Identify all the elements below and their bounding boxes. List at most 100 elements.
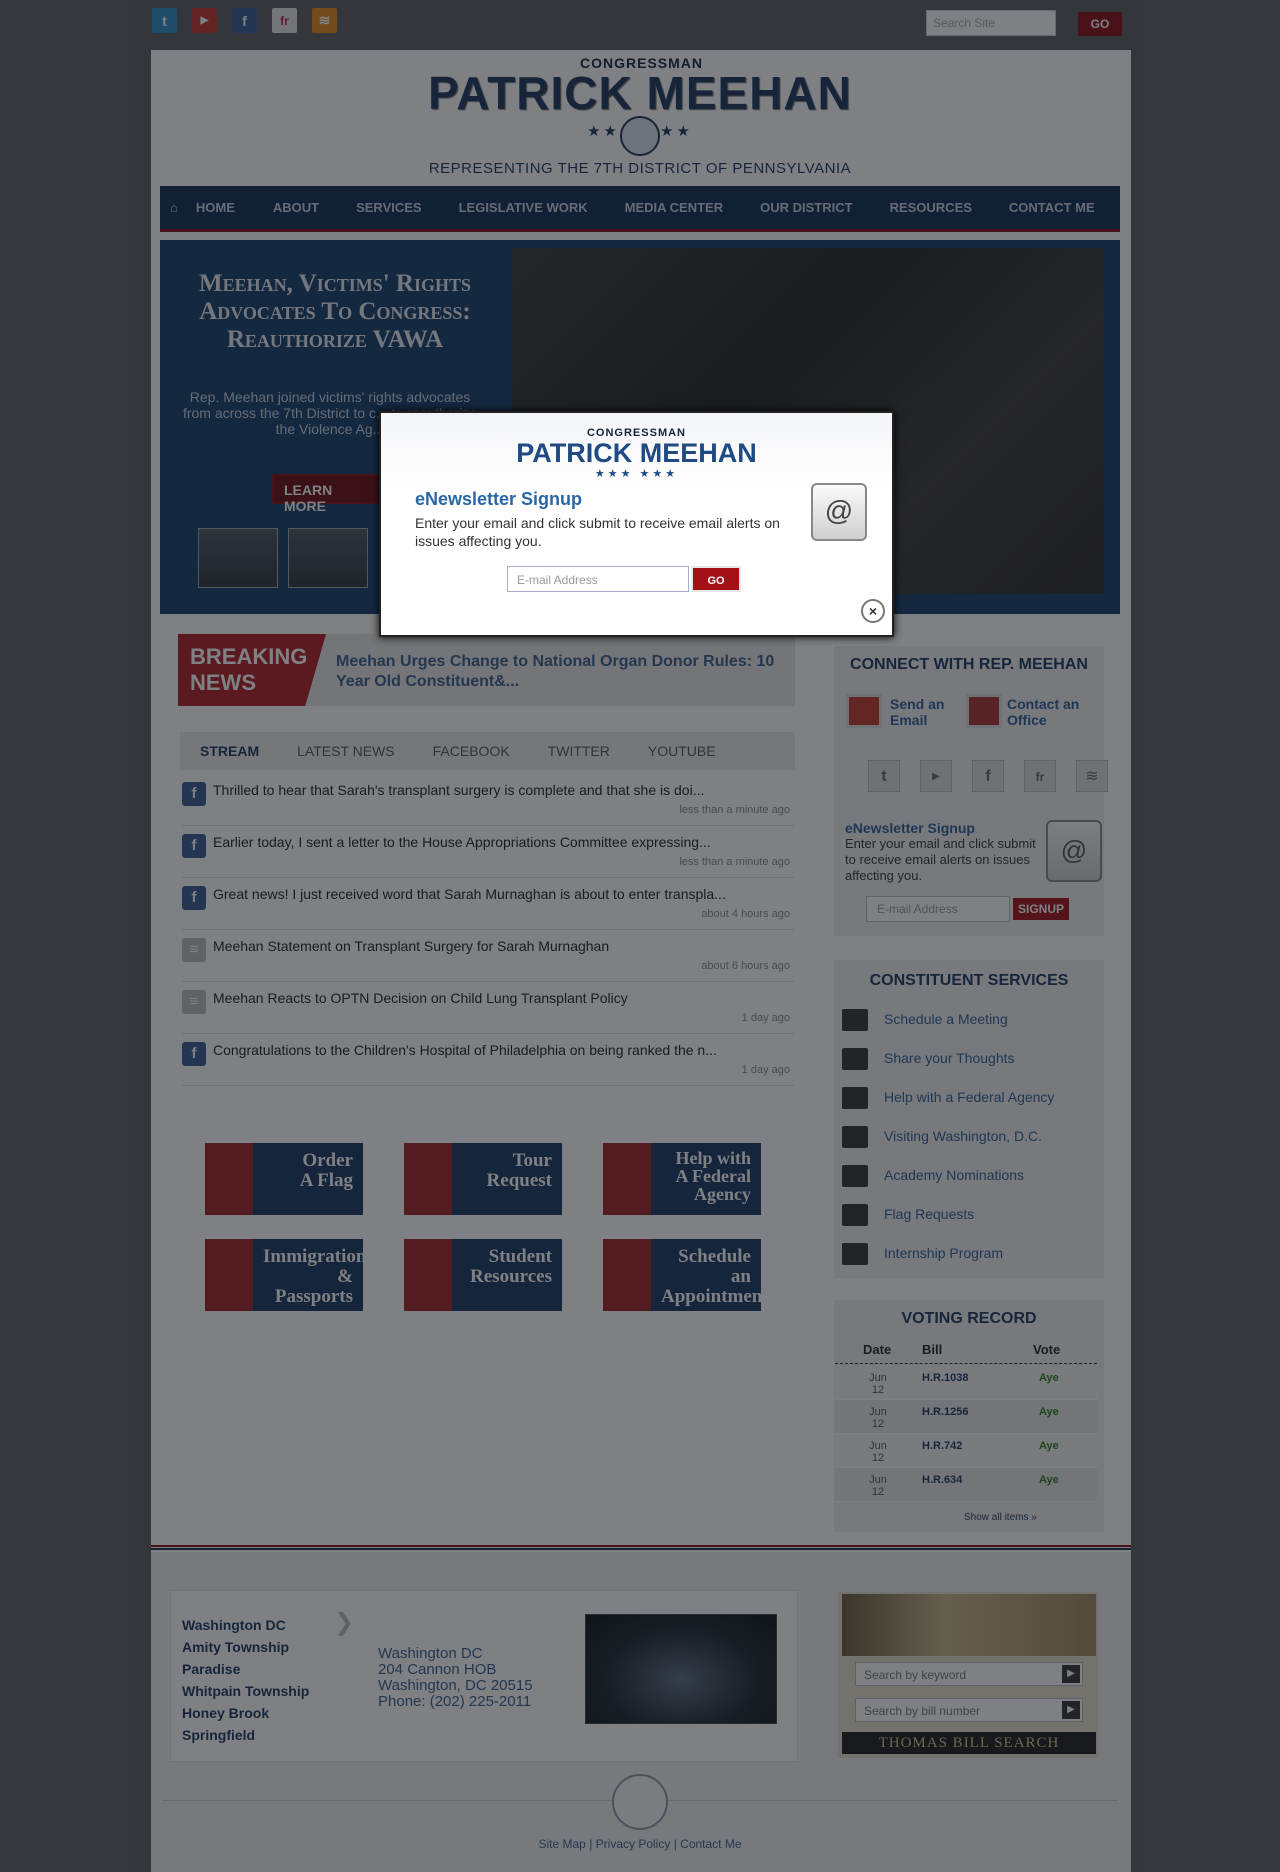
keyword-search-button[interactable]: ▶ bbox=[1062, 1665, 1080, 1683]
stream-item-text[interactable]: Thrilled to hear that Sarah's transplant… bbox=[213, 782, 704, 798]
office-link[interactable]: Paradise bbox=[182, 1661, 240, 1677]
header-name-logo[interactable]: PATRICK MEEHAN bbox=[400, 66, 880, 120]
flag-icon bbox=[842, 1204, 868, 1226]
modal-go-button[interactable]: GO bbox=[691, 566, 741, 592]
email-icon[interactable] bbox=[846, 694, 882, 728]
modal-text: Enter your email and click submit to rec… bbox=[415, 515, 780, 549]
facebook-icon[interactable]: f bbox=[232, 8, 257, 33]
tile-student-resources[interactable]: Student Resources bbox=[404, 1239, 562, 1311]
enews-email-input[interactable]: E-mail Address bbox=[866, 896, 1010, 922]
stream-item[interactable]: f Thrilled to hear that Sarah's transplan… bbox=[182, 774, 794, 826]
flickr-icon[interactable]: fr bbox=[1024, 760, 1056, 792]
table-row[interactable]: Jun 12 H.R.634 Aye bbox=[835, 1468, 1097, 1502]
facebook-icon[interactable]: f bbox=[972, 760, 1004, 792]
stream-item[interactable]: f Great news! I just received word that S… bbox=[182, 878, 794, 930]
stream-item[interactable]: f Earlier today, I sent a letter to the H… bbox=[182, 826, 794, 878]
tile-tour-request[interactable]: Tour Request bbox=[404, 1143, 562, 1215]
site-map-link[interactable]: Site Map bbox=[538, 1837, 585, 1851]
main-nav: ⌂ HOME ABOUT SERVICES LEGISLATIVE WORK M… bbox=[160, 186, 1120, 232]
office-link[interactable]: Amity Township bbox=[182, 1639, 289, 1655]
site-search-input[interactable]: Search Site bbox=[926, 10, 1056, 36]
bill-number-input[interactable]: Search by bill number bbox=[855, 1698, 1083, 1722]
enews-signup-button[interactable]: SIGNUP bbox=[1013, 898, 1069, 920]
twitter-icon[interactable]: t bbox=[868, 760, 900, 792]
header-date: Date bbox=[863, 1342, 892, 1357]
stream-item-text[interactable]: Meehan Statement on Transplant Surgery f… bbox=[213, 938, 609, 954]
nav-legislative-work[interactable]: LEGISLATIVE WORK bbox=[459, 200, 588, 215]
nav-contact-me[interactable]: CONTACT ME bbox=[1009, 200, 1095, 215]
contact-office-link[interactable]: Contact an Office bbox=[1007, 696, 1079, 728]
header-bill: Bill bbox=[922, 1342, 943, 1357]
office-link[interactable]: Washington DC bbox=[182, 1617, 286, 1633]
stream-item-text[interactable]: Congratulations to the Children's Hospit… bbox=[213, 1042, 717, 1058]
tile-schedule-appointment[interactable]: Schedule an Appointment bbox=[603, 1239, 769, 1311]
tile-immigration-passports[interactable]: Immigration & Passports bbox=[205, 1239, 366, 1311]
flickr-icon[interactable]: fr bbox=[272, 8, 297, 33]
privacy-policy-link[interactable]: Privacy Policy bbox=[596, 1837, 671, 1851]
office-link[interactable]: Whitpain Township bbox=[182, 1683, 309, 1699]
envelope-icon bbox=[842, 1048, 868, 1070]
nav-media-center[interactable]: MEDIA CENTER bbox=[625, 200, 723, 215]
envelope-at-icon: @ bbox=[811, 483, 867, 541]
tile-order-flag[interactable]: Order A Flag bbox=[205, 1143, 363, 1215]
stream-item-time: less than a minute ago bbox=[679, 856, 790, 868]
home-icon[interactable]: ⌂ bbox=[170, 200, 178, 215]
rss-icon[interactable]: ≋ bbox=[1076, 760, 1108, 792]
thomas-jefferson-image bbox=[842, 1594, 1096, 1656]
modal-name: PATRICK MEEHAN bbox=[516, 438, 757, 468]
twitter-icon[interactable]: t bbox=[152, 8, 177, 33]
hero-title[interactable]: Meehan, Victims' Rights Advocates To Con… bbox=[170, 270, 500, 354]
rss-icon[interactable]: ≋ bbox=[312, 8, 337, 33]
piggy-bank-icon bbox=[842, 1087, 868, 1109]
nav-home[interactable]: HOME bbox=[196, 200, 235, 215]
thomas-label: THOMAS BILL SEARCH bbox=[842, 1732, 1096, 1754]
office-link[interactable]: Honey Brook bbox=[182, 1705, 269, 1721]
nav-services[interactable]: SERVICES bbox=[356, 200, 422, 215]
calendar-icon bbox=[842, 1009, 868, 1031]
hero-thumbnail[interactable] bbox=[288, 528, 368, 588]
nav-resources[interactable]: RESOURCES bbox=[890, 200, 972, 215]
congress-seal-icon bbox=[612, 1774, 668, 1830]
stream-item-text[interactable]: Earlier today, I sent a letter to the Ho… bbox=[213, 834, 711, 850]
learn-more-button[interactable]: LEARN MORE bbox=[272, 474, 382, 514]
capitol-photo bbox=[585, 1614, 777, 1724]
office-address: Washington DC 204 Cannon HOB Washington,… bbox=[378, 1645, 533, 1710]
breaking-news-headline[interactable]: Meehan Urges Change to National Organ Do… bbox=[336, 652, 796, 692]
tab-stream[interactable]: STREAM bbox=[200, 743, 259, 759]
show-all-votes-link[interactable]: Show all items » bbox=[964, 1512, 1037, 1523]
voting-title: VOTING RECORD bbox=[901, 1310, 1037, 1327]
stream-item-text[interactable]: Great news! I just received word that Sa… bbox=[213, 886, 726, 902]
stream-item-text[interactable]: Meehan Reacts to OPTN Decision on Child … bbox=[213, 990, 628, 1006]
bill-search-button[interactable]: ▶ bbox=[1062, 1701, 1080, 1719]
stream-item[interactable]: ≡ Meehan Reacts to OPTN Decision on Child… bbox=[182, 982, 794, 1034]
keyword-search-input[interactable]: Search by keyword bbox=[855, 1662, 1083, 1686]
facebook-icon: f bbox=[182, 1042, 206, 1066]
close-icon[interactable]: × bbox=[861, 599, 885, 623]
send-email-link[interactable]: Send an Email bbox=[890, 696, 944, 728]
tab-facebook[interactable]: FACEBOOK bbox=[433, 743, 510, 759]
youtube-icon[interactable]: ▶ bbox=[920, 760, 952, 792]
contact-me-link[interactable]: Contact Me bbox=[680, 1837, 741, 1851]
office-icon[interactable] bbox=[966, 694, 1002, 728]
youtube-icon[interactable]: ▶ bbox=[192, 8, 217, 33]
hero-thumbnail[interactable] bbox=[198, 528, 278, 588]
table-row[interactable]: Jun 12 H.R.1256 Aye bbox=[835, 1400, 1097, 1434]
header-vote: Vote bbox=[1033, 1342, 1061, 1357]
table-row[interactable]: Jun 12 H.R.1038 Aye bbox=[835, 1366, 1097, 1400]
nav-about[interactable]: ABOUT bbox=[273, 200, 319, 215]
tab-latest-news[interactable]: LATEST NEWS bbox=[297, 743, 395, 759]
tab-twitter[interactable]: TWITTER bbox=[548, 743, 610, 759]
tab-youtube[interactable]: YOUTUBE bbox=[648, 743, 716, 759]
modal-email-input[interactable]: E-mail Address bbox=[507, 566, 689, 592]
table-row[interactable]: Jun 12 H.R.742 Aye bbox=[835, 1434, 1097, 1468]
capitol-icon bbox=[842, 1126, 868, 1148]
voting-table: Jun 12 H.R.1038 Aye Jun 12 H.R.1256 Aye Jun 12 H… bbox=[835, 1366, 1097, 1502]
nav-our-district[interactable]: OUR DISTRICT bbox=[760, 200, 852, 215]
stream-item[interactable]: ≡ Meehan Statement on Transplant Surgery … bbox=[182, 930, 794, 982]
tile-federal-agency[interactable]: Help with A Federal Agency bbox=[603, 1143, 761, 1215]
news-icon: ≡ bbox=[182, 990, 206, 1014]
site-search-button[interactable]: GO bbox=[1078, 12, 1122, 36]
medal-icon bbox=[842, 1165, 868, 1187]
office-link[interactable]: Springfield bbox=[182, 1727, 255, 1743]
stream-item[interactable]: f Congratulations to the Children's Hospi… bbox=[182, 1034, 794, 1086]
